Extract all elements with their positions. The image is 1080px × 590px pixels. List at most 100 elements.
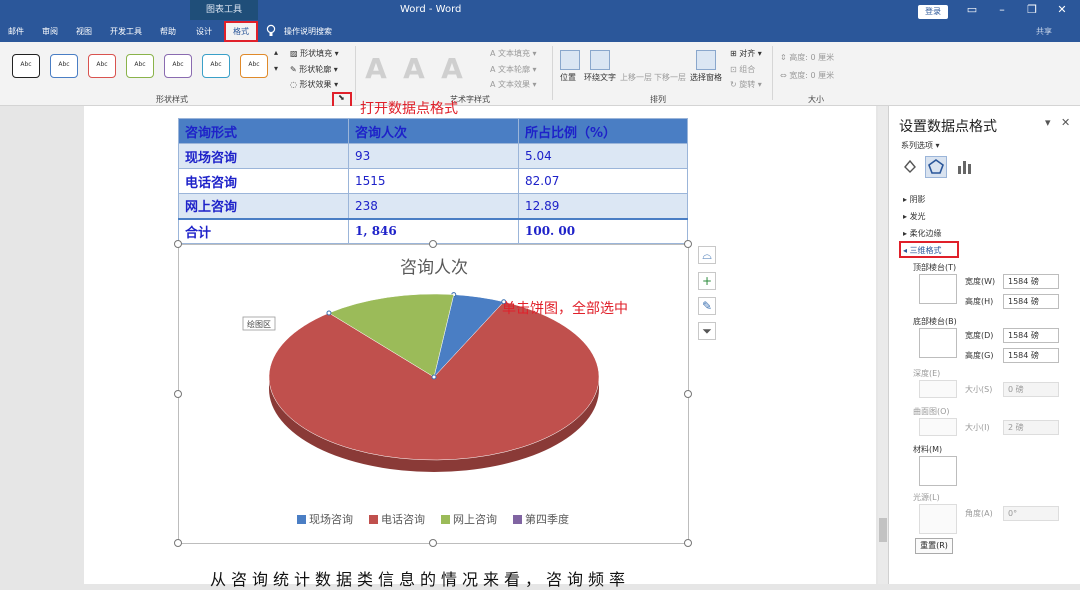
text-outline-button[interactable]: A 文本轮廓 ▾ [490,64,537,75]
series-options-dropdown[interactable]: 系列选项 ▾ [901,140,940,151]
table-cell[interactable]: 合计 [178,217,349,244]
resize-handle[interactable] [429,539,437,547]
legend-swatch[interactable] [297,515,306,524]
table-cell[interactable]: 12.89 [518,193,688,219]
section-shadow[interactable]: ▸ 阴影 [903,194,926,205]
share-button[interactable]: 共享 [1036,26,1052,37]
login-button[interactable]: 登录 [918,5,948,19]
pane-options-icon[interactable]: ▾ [1045,116,1051,129]
wordart-style-1[interactable]: A [362,52,390,85]
shape-style-preset[interactable]: Abc [12,54,40,78]
bottom-bevel-width-input[interactable]: 1584 磅 [1003,328,1059,343]
legend-label[interactable]: 第四季度 [525,512,569,526]
table-cell[interactable]: 238 [348,193,519,219]
legend-swatch[interactable] [441,515,450,524]
depth-size-input[interactable]: 0 磅 [1003,382,1059,397]
bottom-bevel-dropdown[interactable] [919,328,957,358]
legend-label[interactable]: 电话咨询 [381,512,425,526]
shape-fill-button[interactable]: ▨ 形状填充 ▾ [290,48,339,59]
group-button[interactable]: ⊡ 组合 [730,64,755,75]
wordart-style-3[interactable]: A [438,52,466,85]
pie-chart-frame[interactable]: 咨询人次 绘图区 现场咨询 电话咨询 网上咨询 第四季度 [174,240,692,547]
body-paragraph[interactable]: 从咨询统计数据类信息的情况来看，咨询频率 [210,566,630,590]
table-header-cell[interactable]: 所占比例（%） [518,118,688,144]
tab-view[interactable]: 视图 [76,26,92,37]
vertical-scrollbar[interactable] [878,106,888,584]
fill-line-icon[interactable] [901,158,919,176]
send-backward-button[interactable]: 下移一层 [654,72,686,83]
shape-effect-button[interactable]: ◌ 形状效果 ▾ [290,79,338,90]
gallery-scroll-up[interactable]: ▴ [274,48,278,57]
legend-label[interactable]: 网上咨询 [453,512,497,526]
section-soft-edges[interactable]: ▸ 柔化边缘 [903,228,942,239]
chart-elements-icon[interactable]: + [698,272,716,290]
position-button[interactable]: 位置 [560,72,576,83]
tab-developer[interactable]: 开发工具 [110,26,142,37]
reset-button[interactable]: 重置(R) [915,538,953,554]
pie-chart[interactable]: 咨询人次 绘图区 现场咨询 电话咨询 网上咨询 第四季度 [179,245,690,545]
text-fill-button[interactable]: A 文本填充 ▾ [490,48,537,59]
section-3d-format[interactable]: ◂ 三维格式 [903,245,942,256]
resize-handle[interactable] [174,390,182,398]
text-effect-button[interactable]: A 文本效果 ▾ [490,79,537,90]
chart-filters-icon[interactable]: ⏷ [698,322,716,340]
resize-handle[interactable] [429,240,437,248]
legend-swatch[interactable] [513,515,522,524]
slice-selection-handle[interactable] [431,374,437,380]
series-options-icon[interactable] [955,158,973,176]
legend-label[interactable]: 现场咨询 [309,512,353,526]
top-bevel-dropdown[interactable] [919,274,957,304]
ribbon-display-icon[interactable]: ▭ [962,3,982,16]
close-icon[interactable]: ✕ [1052,3,1072,16]
shape-style-preset[interactable]: Abc [126,54,154,78]
selection-pane-button[interactable]: 选择窗格 [690,72,722,83]
contour-size-input[interactable]: 2 磅 [1003,420,1059,435]
dialog-launcher-icon[interactable]: ⬊ [338,93,345,102]
contour-color-dropdown[interactable] [919,418,957,436]
shape-style-preset[interactable]: Abc [88,54,116,78]
table-cell[interactable]: 1515 [348,168,519,194]
gallery-scroll-down[interactable]: ▾ [274,64,278,73]
table-cell[interactable]: 现场咨询 [178,143,349,169]
section-glow[interactable]: ▸ 发光 [903,211,926,222]
shape-style-preset[interactable]: Abc [50,54,78,78]
shape-style-preset[interactable]: Abc [164,54,192,78]
pie-slices[interactable] [268,292,600,472]
height-field[interactable]: ⇕ 高度: 0 厘米 [780,52,834,63]
table-cell[interactable]: 电话咨询 [178,168,349,194]
resize-handle[interactable] [684,240,692,248]
restore-icon[interactable]: ❐ [1022,3,1042,16]
chart-legend[interactable]: 现场咨询 电话咨询 网上咨询 第四季度 [297,512,569,526]
bottom-bevel-height-input[interactable]: 1584 磅 [1003,348,1059,363]
rotate-button[interactable]: ↻ 旋转 ▾ [730,79,762,90]
tab-design[interactable]: 设计 [196,26,212,37]
tell-me-search[interactable]: 操作说明搜索 [284,26,332,37]
shape-outline-button[interactable]: ✎ 形状轮廓 ▾ [290,64,338,75]
chart-styles-icon[interactable]: ✎ [698,297,716,315]
shape-style-preset[interactable]: Abc [240,54,268,78]
table-cell[interactable]: 5.04 [518,143,688,169]
minimize-icon[interactable]: – [992,3,1012,16]
chart-title[interactable]: 咨询人次 [400,258,468,278]
width-field[interactable]: ⇔ 宽度: 0 厘米 [780,70,834,81]
resize-handle[interactable] [684,539,692,547]
tab-review[interactable]: 审阅 [42,26,58,37]
depth-color-dropdown[interactable] [919,380,957,398]
wordart-style-2[interactable]: A [400,52,428,85]
table-header-cell[interactable]: 咨询人次 [348,118,519,144]
layout-options-icon[interactable]: ⌓ [698,246,716,264]
table-header-cell[interactable]: 咨询形式 [178,118,349,144]
pane-close-icon[interactable]: ✕ [1061,116,1070,129]
angle-input[interactable]: 0° [1003,506,1059,521]
resize-handle[interactable] [684,390,692,398]
legend-swatch[interactable] [369,515,378,524]
tab-help[interactable]: 帮助 [160,26,176,37]
tab-format[interactable]: 格式 [224,21,258,42]
table-cell[interactable]: 100. 00 [518,217,688,244]
scrollbar-thumb[interactable] [879,518,887,542]
table-cell[interactable]: 网上咨询 [178,193,349,219]
slice-selection-handle[interactable] [326,310,332,316]
table-cell[interactable]: 93 [348,143,519,169]
align-button[interactable]: ⊞ 对齐 ▾ [730,48,762,59]
effects-tab[interactable] [925,156,947,178]
